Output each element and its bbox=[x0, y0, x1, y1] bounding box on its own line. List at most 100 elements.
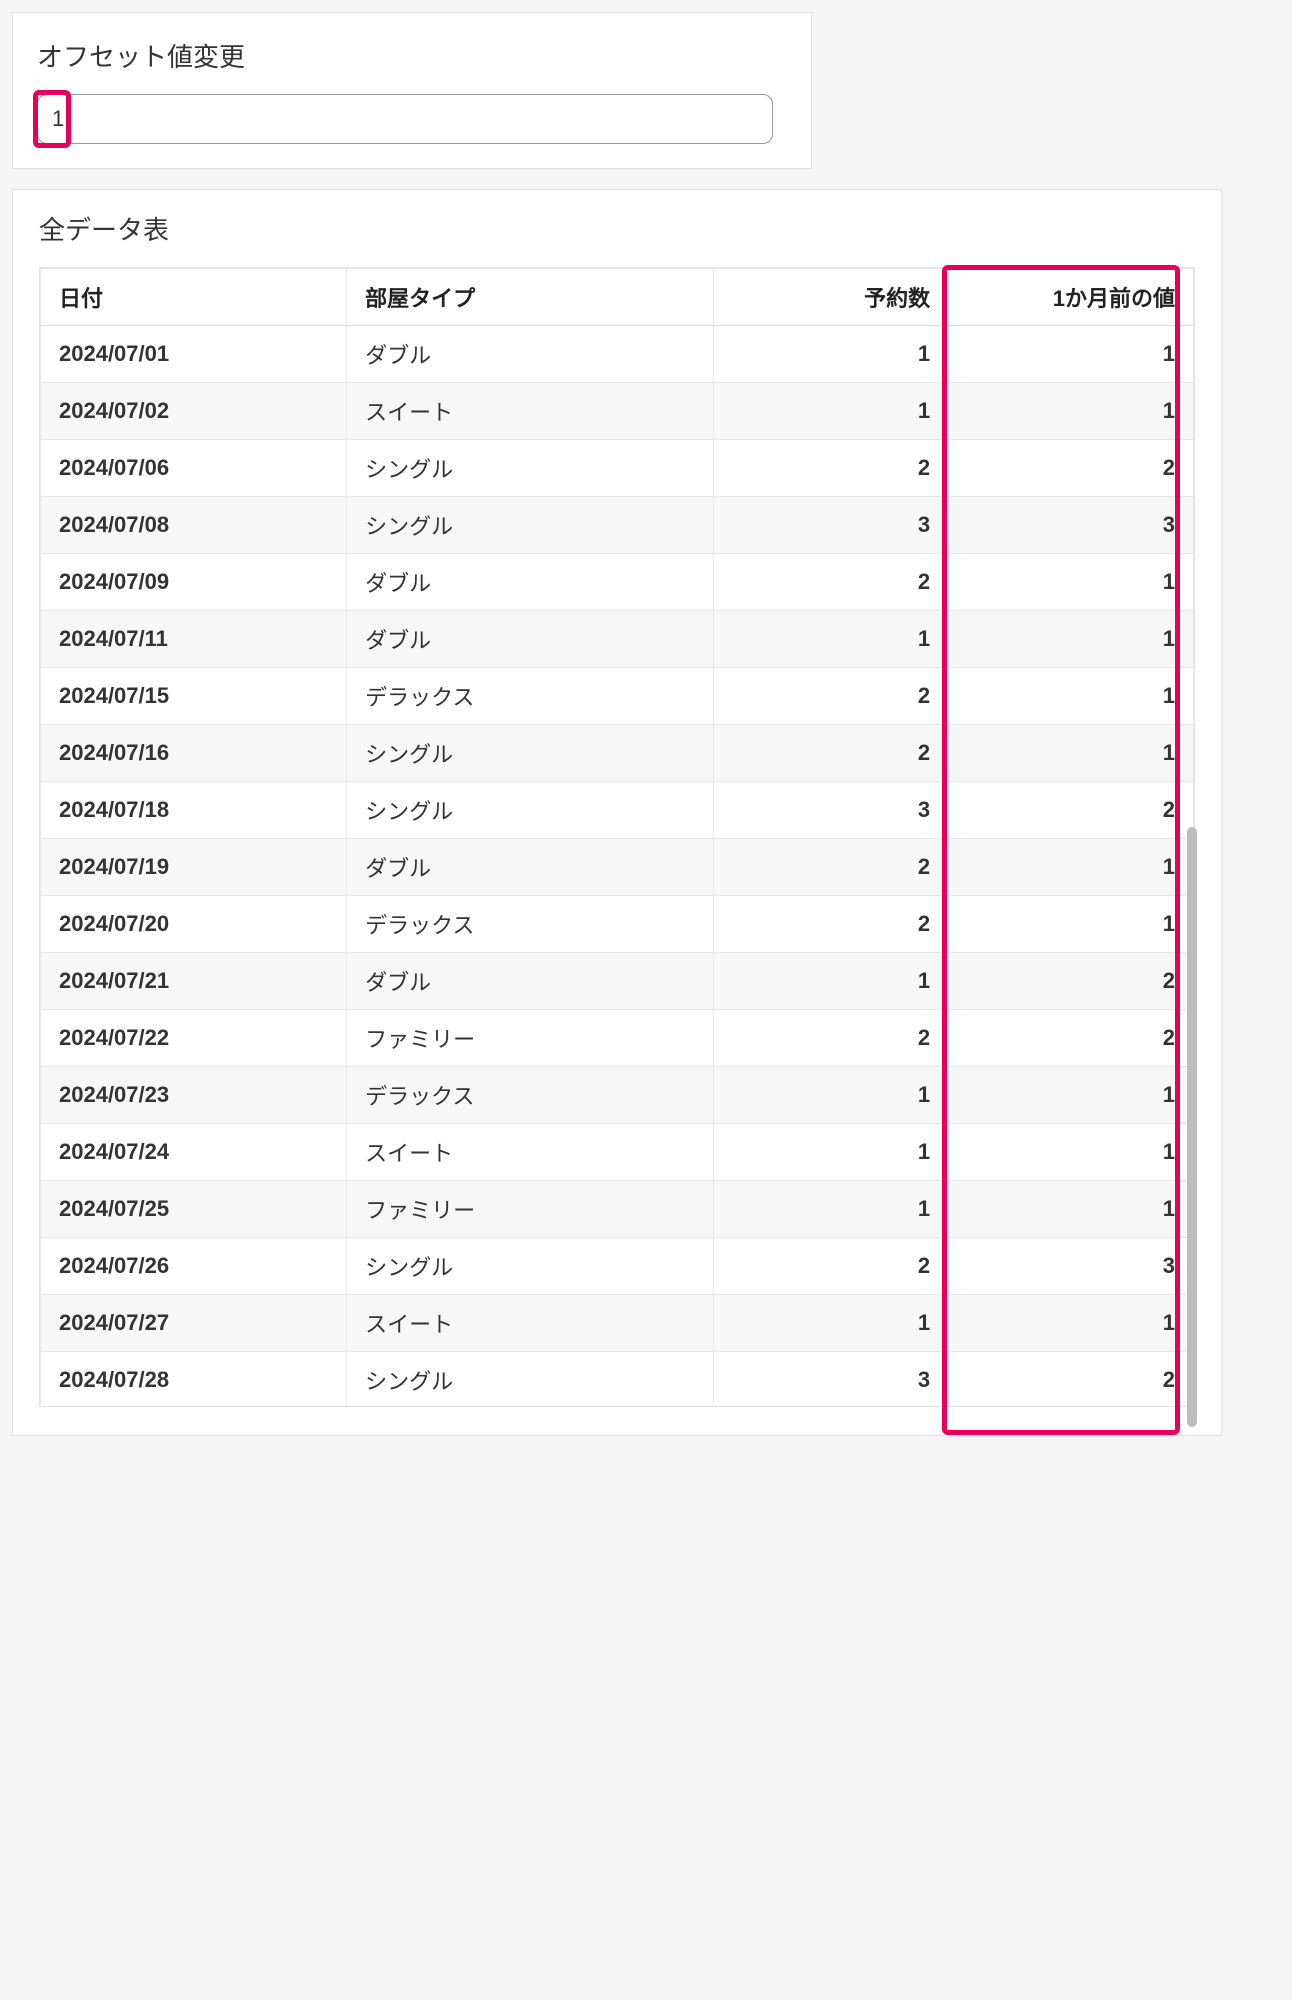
cell-room-type: シングル bbox=[347, 782, 714, 839]
table-row[interactable]: 2024/07/28シングル32 bbox=[41, 1352, 1194, 1408]
cell-prev-month: 1 bbox=[949, 326, 1194, 383]
table-row[interactable]: 2024/07/09ダブル21 bbox=[41, 554, 1194, 611]
cell-bookings: 1 bbox=[714, 1067, 949, 1124]
cell-prev-month: 3 bbox=[949, 497, 1194, 554]
cell-room-type: ファミリー bbox=[347, 1010, 714, 1067]
table-row[interactable]: 2024/07/26シングル23 bbox=[41, 1238, 1194, 1295]
cell-bookings: 3 bbox=[714, 1352, 949, 1408]
cell-room-type: デラックス bbox=[347, 1067, 714, 1124]
table-row[interactable]: 2024/07/02スイート11 bbox=[41, 383, 1194, 440]
cell-bookings: 2 bbox=[714, 896, 949, 953]
data-table-card: 全データ表 日付 部屋タイプ 予約数 1か月前の値 2024/07/01ダブル1… bbox=[12, 189, 1222, 1436]
cell-date: 2024/07/28 bbox=[41, 1352, 347, 1408]
cell-room-type: シングル bbox=[347, 1238, 714, 1295]
header-room-type[interactable]: 部屋タイプ bbox=[347, 269, 714, 326]
cell-room-type: ダブル bbox=[347, 326, 714, 383]
cell-prev-month: 1 bbox=[949, 554, 1194, 611]
table-row[interactable]: 2024/07/18シングル32 bbox=[41, 782, 1194, 839]
cell-room-type: スイート bbox=[347, 1295, 714, 1352]
table-row[interactable]: 2024/07/20デラックス21 bbox=[41, 896, 1194, 953]
offset-input-wrap bbox=[37, 94, 773, 144]
cell-date: 2024/07/01 bbox=[41, 326, 347, 383]
table-row[interactable]: 2024/07/24スイート11 bbox=[41, 1124, 1194, 1181]
cell-prev-month: 1 bbox=[949, 839, 1194, 896]
cell-prev-month: 1 bbox=[949, 383, 1194, 440]
table-title: 全データ表 bbox=[39, 210, 1195, 247]
cell-date: 2024/07/18 bbox=[41, 782, 347, 839]
cell-date: 2024/07/09 bbox=[41, 554, 347, 611]
cell-room-type: シングル bbox=[347, 440, 714, 497]
table-row[interactable]: 2024/07/25ファミリー11 bbox=[41, 1181, 1194, 1238]
cell-bookings: 1 bbox=[714, 383, 949, 440]
offset-input[interactable] bbox=[37, 94, 773, 144]
cell-date: 2024/07/11 bbox=[41, 611, 347, 668]
table-row[interactable]: 2024/07/21ダブル12 bbox=[41, 953, 1194, 1010]
cell-bookings: 2 bbox=[714, 1238, 949, 1295]
cell-room-type: ダブル bbox=[347, 839, 714, 896]
table-row[interactable]: 2024/07/11ダブル11 bbox=[41, 611, 1194, 668]
cell-date: 2024/07/19 bbox=[41, 839, 347, 896]
cell-date: 2024/07/02 bbox=[41, 383, 347, 440]
cell-bookings: 3 bbox=[714, 497, 949, 554]
cell-bookings: 2 bbox=[714, 839, 949, 896]
table-row[interactable]: 2024/07/01ダブル11 bbox=[41, 326, 1194, 383]
cell-bookings: 1 bbox=[714, 1295, 949, 1352]
offset-title: オフセット値変更 bbox=[37, 37, 787, 74]
cell-date: 2024/07/21 bbox=[41, 953, 347, 1010]
cell-room-type: ダブル bbox=[347, 611, 714, 668]
cell-bookings: 3 bbox=[714, 782, 949, 839]
cell-date: 2024/07/22 bbox=[41, 1010, 347, 1067]
cell-date: 2024/07/23 bbox=[41, 1067, 347, 1124]
cell-bookings: 1 bbox=[714, 953, 949, 1010]
cell-room-type: ダブル bbox=[347, 554, 714, 611]
cell-prev-month: 1 bbox=[949, 668, 1194, 725]
cell-bookings: 1 bbox=[714, 1181, 949, 1238]
cell-prev-month: 1 bbox=[949, 1295, 1194, 1352]
cell-date: 2024/07/20 bbox=[41, 896, 347, 953]
data-table: 日付 部屋タイプ 予約数 1か月前の値 2024/07/01ダブル112024/… bbox=[40, 268, 1194, 1407]
header-bookings[interactable]: 予約数 bbox=[714, 269, 949, 326]
table-row[interactable]: 2024/07/06シングル22 bbox=[41, 440, 1194, 497]
cell-room-type: スイート bbox=[347, 1124, 714, 1181]
table-row[interactable]: 2024/07/16シングル21 bbox=[41, 725, 1194, 782]
table-header-row: 日付 部屋タイプ 予約数 1か月前の値 bbox=[41, 269, 1194, 326]
header-date[interactable]: 日付 bbox=[41, 269, 347, 326]
table-scroll[interactable]: 日付 部屋タイプ 予約数 1か月前の値 2024/07/01ダブル112024/… bbox=[39, 267, 1195, 1407]
cell-room-type: スイート bbox=[347, 383, 714, 440]
cell-bookings: 1 bbox=[714, 1124, 949, 1181]
cell-date: 2024/07/06 bbox=[41, 440, 347, 497]
header-prev-month[interactable]: 1か月前の値 bbox=[949, 269, 1194, 326]
cell-room-type: ファミリー bbox=[347, 1181, 714, 1238]
cell-prev-month: 2 bbox=[949, 782, 1194, 839]
cell-bookings: 2 bbox=[714, 725, 949, 782]
table-row[interactable]: 2024/07/23デラックス11 bbox=[41, 1067, 1194, 1124]
table-wrap: 日付 部屋タイプ 予約数 1か月前の値 2024/07/01ダブル112024/… bbox=[39, 267, 1195, 1407]
cell-prev-month: 2 bbox=[949, 1352, 1194, 1408]
table-row[interactable]: 2024/07/19ダブル21 bbox=[41, 839, 1194, 896]
cell-room-type: シングル bbox=[347, 497, 714, 554]
scrollbar[interactable] bbox=[1187, 827, 1197, 1427]
cell-room-type: デラックス bbox=[347, 668, 714, 725]
cell-prev-month: 2 bbox=[949, 440, 1194, 497]
offset-card: オフセット値変更 bbox=[12, 12, 812, 169]
cell-date: 2024/07/26 bbox=[41, 1238, 347, 1295]
cell-prev-month: 1 bbox=[949, 896, 1194, 953]
cell-bookings: 2 bbox=[714, 668, 949, 725]
cell-room-type: シングル bbox=[347, 1352, 714, 1408]
cell-room-type: ダブル bbox=[347, 953, 714, 1010]
cell-prev-month: 1 bbox=[949, 611, 1194, 668]
cell-prev-month: 1 bbox=[949, 1067, 1194, 1124]
cell-prev-month: 2 bbox=[949, 1010, 1194, 1067]
cell-prev-month: 1 bbox=[949, 725, 1194, 782]
cell-bookings: 1 bbox=[714, 611, 949, 668]
cell-room-type: シングル bbox=[347, 725, 714, 782]
cell-bookings: 2 bbox=[714, 554, 949, 611]
cell-date: 2024/07/08 bbox=[41, 497, 347, 554]
table-row[interactable]: 2024/07/08シングル33 bbox=[41, 497, 1194, 554]
table-row[interactable]: 2024/07/22ファミリー22 bbox=[41, 1010, 1194, 1067]
table-row[interactable]: 2024/07/27スイート11 bbox=[41, 1295, 1194, 1352]
cell-prev-month: 1 bbox=[949, 1181, 1194, 1238]
table-row[interactable]: 2024/07/15デラックス21 bbox=[41, 668, 1194, 725]
cell-date: 2024/07/24 bbox=[41, 1124, 347, 1181]
table-body: 2024/07/01ダブル112024/07/02スイート112024/07/0… bbox=[41, 326, 1194, 1408]
